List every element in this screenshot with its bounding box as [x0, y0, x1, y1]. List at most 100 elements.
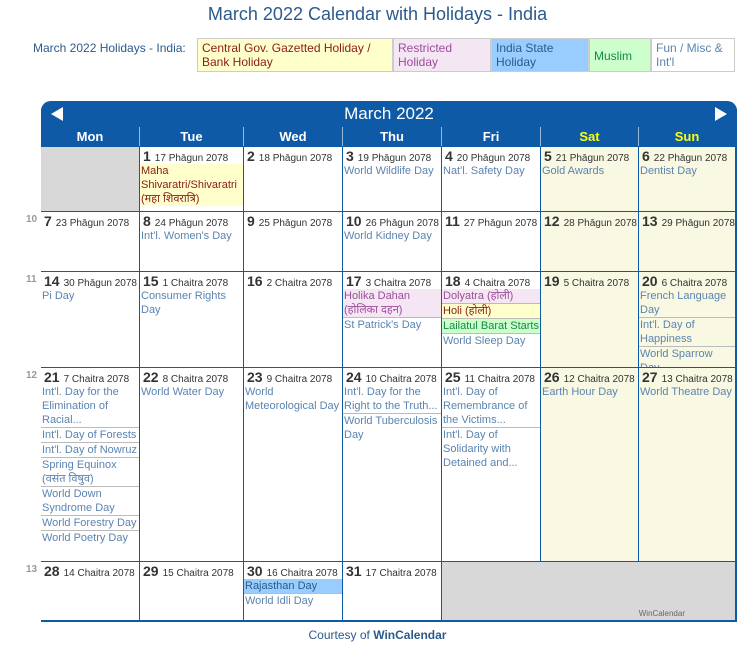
holiday-event-fun[interactable]: World Sleep Day: [442, 334, 540, 348]
day-number: 20: [642, 273, 658, 289]
holiday-event-fun[interactable]: French Language Day: [639, 289, 735, 318]
holiday-event-fun[interactable]: Consumer Rights Day: [140, 289, 243, 317]
day-number: 19: [544, 273, 560, 289]
day-cell[interactable]: 12 28 Phāgun 2078: [540, 211, 638, 271]
holiday-event-fun[interactable]: World Sparrow Day: [639, 347, 735, 367]
holiday-event-fun[interactable]: Dentist Day: [639, 164, 735, 178]
hindu-calendar-date: 13 Chaitra 2078: [661, 374, 733, 385]
holiday-event-fun[interactable]: World Water Day: [140, 385, 243, 399]
day-cell[interactable]: 7 23 Phāgun 2078: [41, 211, 139, 271]
holiday-event-fun[interactable]: Gold Awards: [541, 164, 638, 178]
day-cell[interactable]: 9 25 Phāgun 2078: [243, 211, 342, 271]
holiday-event-fun[interactable]: Int'l. Day for the Right to the Truth...: [343, 385, 441, 414]
holiday-event-fun[interactable]: Int'l. Day of Nowruz: [41, 443, 139, 458]
page-title: March 2022 Calendar with Holidays - Indi…: [207, 4, 548, 24]
holiday-event-gov[interactable]: Maha Shivaratri/Shivaratri (महा शिवरात्र…: [140, 164, 243, 206]
holiday-event-fun[interactable]: Spring Equinox (वसंत विषुव): [41, 458, 139, 487]
hindu-calendar-date: 8 Chaitra 2078: [162, 374, 229, 385]
day-number: 29: [143, 563, 159, 579]
wincalendar-link[interactable]: WinCalendar: [373, 628, 446, 642]
day-cell-header: 23 9 Chaitra 2078: [244, 368, 342, 385]
legend-restricted-holiday: Restricted Holiday: [393, 38, 491, 72]
day-cell[interactable]: 17 3 Chaitra 2078 Holika Dahan (होलिका दहन…: [342, 271, 441, 367]
hindu-calendar-date: 10 Chaitra 2078: [365, 374, 437, 385]
day-cell[interactable]: 31 17 Chaitra 2078: [342, 561, 441, 620]
day-number: 13: [642, 213, 658, 229]
day-cell[interactable]: 3 19 Phāgun 2078 World Wildlife Day: [342, 146, 441, 211]
holiday-event-mus[interactable]: Lailatul Barat Starts: [442, 319, 540, 334]
day-cell[interactable]: 14 30 Phāgun 2078 Pi Day: [41, 271, 139, 367]
holiday-event-fun[interactable]: Int'l. Day of Forests: [41, 428, 139, 443]
holiday-event-fun[interactable]: Int'l. Day of Solidarity with Detained a…: [442, 428, 540, 470]
day-cell[interactable]: 5 21 Phāgun 2078 Gold Awards: [540, 146, 638, 211]
holiday-event-fun[interactable]: World Forestry Day: [41, 516, 139, 531]
day-cell[interactable]: 11 27 Phāgun 2078: [441, 211, 540, 271]
day-cell[interactable]: 13 29 Phāgun 2078: [638, 211, 735, 271]
day-cell[interactable]: 18 4 Chaitra 2078 Dolyatra (होली) Holi (होल…: [441, 271, 540, 367]
day-cell[interactable]: 28 14 Chaitra 2078: [41, 561, 139, 620]
holiday-event-res[interactable]: Dolyatra (होली): [442, 289, 540, 304]
holiday-event-fun[interactable]: Int'l. Women's Day: [140, 229, 243, 243]
day-cell-header: 12 28 Phāgun 2078: [541, 212, 638, 229]
day-cell[interactable]: 2 18 Phāgun 2078: [243, 146, 342, 211]
holiday-event-fun[interactable]: Pi Day: [41, 289, 139, 303]
holiday-event-fun[interactable]: Int'l. Day of Remembrance of the Victims…: [442, 385, 540, 428]
hindu-calendar-date: 3 Chaitra 2078: [365, 278, 432, 289]
courtesy-footer: Courtesy of WinCalendar: [0, 628, 755, 642]
day-cell[interactable]: 10 26 Phāgun 2078 World Kidney Day: [342, 211, 441, 271]
day-cell-header: 20 6 Chaitra 2078: [639, 272, 735, 289]
day-number: 25: [445, 369, 461, 385]
day-cell-header: 25 11 Chaitra 2078: [442, 368, 540, 385]
day-cell[interactable]: 21 7 Chaitra 2078 Int'l. Day for the Elimi…: [41, 367, 139, 561]
holiday-event-state[interactable]: Rajasthan Day: [244, 579, 342, 594]
day-cell[interactable]: 23 9 Chaitra 2078 World Meteorological Day: [243, 367, 342, 561]
day-cell[interactable]: 15 1 Chaitra 2078 Consumer Rights Day: [139, 271, 243, 367]
holiday-event-fun[interactable]: Earth Hour Day: [541, 385, 638, 399]
day-cell[interactable]: 26 12 Chaitra 2078 Earth Hour Day: [540, 367, 638, 561]
day-cell[interactable]: 22 8 Chaitra 2078 World Water Day: [139, 367, 243, 561]
day-number: 11: [445, 213, 460, 229]
holiday-event-fun[interactable]: Nat'l. Safety Day: [442, 164, 540, 178]
day-cell[interactable]: 24 10 Chaitra 2078 Int'l. Day for the Righ…: [342, 367, 441, 561]
holiday-event-fun[interactable]: World Theatre Day: [639, 385, 735, 399]
hindu-calendar-date: 30 Phāgun 2078: [63, 278, 137, 289]
day-cell[interactable]: 8 24 Phāgun 2078 Int'l. Women's Day: [139, 211, 243, 271]
holiday-event-res[interactable]: Holika Dahan (होलिका दहन): [343, 289, 441, 318]
day-number: 15: [143, 273, 159, 289]
holiday-event-fun[interactable]: World Idli Day: [244, 594, 342, 608]
hindu-calendar-date: 7 Chaitra 2078: [63, 374, 130, 385]
day-cell[interactable]: 20 6 Chaitra 2078 French Language Day Int'l…: [638, 271, 735, 367]
hindu-calendar-date: 19 Phāgun 2078: [357, 153, 432, 164]
day-cell[interactable]: 30 16 Chaitra 2078 Rajasthan Day World Idli…: [243, 561, 342, 620]
day-number: 26: [544, 369, 560, 385]
day-cell[interactable]: 27 13 Chaitra 2078 World Theatre Day: [638, 367, 735, 561]
hindu-calendar-date: 16 Chaitra 2078: [266, 568, 338, 579]
holiday-event-fun[interactable]: World Meteorological Day: [244, 385, 342, 413]
day-cell-header: 8 24 Phāgun 2078: [140, 212, 243, 229]
month-title: March 2022: [344, 104, 434, 123]
holiday-event-fun[interactable]: World Kidney Day: [343, 229, 441, 243]
holiday-event-fun[interactable]: World Wildlife Day: [343, 164, 441, 178]
holiday-event-fun[interactable]: St Patrick's Day: [343, 318, 441, 332]
day-cell-header: 24 10 Chaitra 2078: [343, 368, 441, 385]
holiday-event-fun[interactable]: World Poetry Day: [41, 531, 139, 545]
day-cell[interactable]: 29 15 Chaitra 2078: [139, 561, 243, 620]
holiday-event-fun[interactable]: Int'l. Day of Happiness: [639, 318, 735, 347]
day-number: 12: [544, 213, 560, 229]
day-number: 4: [445, 148, 453, 164]
day-cell[interactable]: 4 20 Phāgun 2078 Nat'l. Safety Day: [441, 146, 540, 211]
holiday-event-fun[interactable]: World Down Syndrome Day: [41, 487, 139, 516]
day-cell[interactable]: 19 5 Chaitra 2078: [540, 271, 638, 367]
legend-state-holiday: India State Holiday: [491, 38, 589, 72]
day-cell[interactable]: 16 2 Chaitra 2078: [243, 271, 342, 367]
week-number: 12: [26, 370, 38, 381]
day-cell[interactable]: 25 11 Chaitra 2078 Int'l. Day of Remembran…: [441, 367, 540, 561]
holiday-event-fun[interactable]: World Tuberculosis Day: [343, 414, 441, 442]
holiday-event-gov[interactable]: Holi (होली): [442, 304, 540, 319]
day-cell[interactable]: 1 17 Phāgun 2078 Maha Shivaratri/Shivaratr…: [139, 146, 243, 211]
day-cell[interactable]: 6 22 Phāgun 2078 Dentist Day: [638, 146, 735, 211]
day-cell-header: 26 12 Chaitra 2078: [541, 368, 638, 385]
day-cell-header: 14 30 Phāgun 2078: [41, 272, 139, 289]
holiday-event-fun[interactable]: Int'l. Day for the Elimination of Racial…: [41, 385, 139, 428]
triangle-right-icon[interactable]: [715, 107, 727, 121]
